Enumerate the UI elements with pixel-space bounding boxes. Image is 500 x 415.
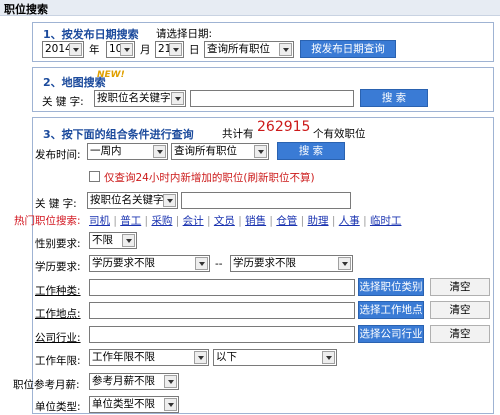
work-years-label: 工作年限: xyxy=(35,355,81,367)
chevron-down-icon xyxy=(164,398,177,411)
education-to-select[interactable]: 学历要求不限 xyxy=(230,255,353,272)
day-unit: 日 xyxy=(189,44,200,56)
publish-time-select[interactable]: 一周内 xyxy=(87,143,168,160)
gender-select[interactable]: 不限 xyxy=(89,232,137,249)
select-industry-button[interactable]: 选择公司行业 xyxy=(358,325,424,343)
page-title: 职位搜索 xyxy=(4,3,48,16)
count-prefix: 共计有 xyxy=(222,128,254,140)
work-years-select[interactable]: 工作年限不限 xyxy=(89,349,209,366)
date-search-button[interactable]: 按发布日期查询 xyxy=(300,40,396,58)
education-from-select[interactable]: 学历要求不限 xyxy=(89,255,210,272)
select-location-button[interactable]: 选择工作地点 xyxy=(358,301,424,319)
year-select[interactable]: 2014 xyxy=(42,41,84,58)
hot-jobs-list: 司机 | 普工 | 采购 | 会计 | 文员 | 销售 | 仓管 | 助理 | … xyxy=(89,215,402,227)
combined-search-button[interactable]: 搜 索 xyxy=(277,142,345,160)
month-select[interactable]: 10 xyxy=(106,41,135,58)
hot-job-link[interactable]: 普工 xyxy=(120,215,141,227)
count-suffix: 个有效职位 xyxy=(313,128,366,140)
industry-input[interactable] xyxy=(89,326,355,343)
education-separator: -- xyxy=(215,258,223,270)
education-label: 学历要求: xyxy=(35,261,81,273)
chevron-down-icon xyxy=(279,43,292,56)
job-scope-select[interactable]: 查询所有职位 xyxy=(171,143,269,160)
map-keyword-label: 关 键 字: xyxy=(42,96,84,108)
keyword-input[interactable] xyxy=(181,192,351,209)
keyword-label: 关 键 字: xyxy=(35,198,77,210)
chevron-down-icon xyxy=(254,145,267,158)
job-type-input[interactable] xyxy=(89,279,355,296)
clear-industry-button[interactable]: 清空 xyxy=(430,325,490,343)
day-select[interactable]: 21 xyxy=(155,41,184,58)
only-24h-checkbox[interactable] xyxy=(89,171,100,182)
job-type-label: 工作种类: xyxy=(35,285,81,297)
chevron-down-icon xyxy=(163,194,176,207)
keyword-mode-select[interactable]: 按职位名关键字 xyxy=(87,192,178,209)
chevron-down-icon xyxy=(169,43,182,56)
month-unit: 月 xyxy=(140,44,151,56)
map-keyword-mode-select[interactable]: 按职位名关键字 xyxy=(94,90,186,107)
gender-label: 性别要求: xyxy=(35,238,81,250)
map-search-button[interactable]: 搜 索 xyxy=(360,89,428,107)
chevron-down-icon xyxy=(338,257,351,270)
hot-job-link[interactable]: 仓管 xyxy=(276,215,297,227)
date-scope-select[interactable]: 查询所有职位 xyxy=(204,41,294,58)
chevron-down-icon xyxy=(322,351,335,364)
hot-jobs-label: 热门职位搜索: xyxy=(14,215,81,227)
chevron-down-icon xyxy=(171,92,184,105)
year-unit: 年 xyxy=(89,44,100,56)
chevron-down-icon xyxy=(164,375,177,388)
hot-job-link[interactable]: 临时工 xyxy=(370,215,402,227)
hot-job-link[interactable]: 文员 xyxy=(214,215,235,227)
only-24h-label: 仅查询24小时内新增加的职位(刷新职位不算) xyxy=(104,172,315,184)
chevron-down-icon xyxy=(69,43,82,56)
page-header: 职位搜索 xyxy=(0,0,500,16)
salary-select[interactable]: 参考月薪不限 xyxy=(89,373,179,390)
map-keyword-input[interactable] xyxy=(190,90,354,107)
chevron-down-icon xyxy=(120,43,133,56)
publish-time-label: 发布时间: xyxy=(35,149,81,161)
chevron-down-icon xyxy=(194,351,207,364)
chevron-down-icon xyxy=(153,145,166,158)
hot-job-link[interactable]: 司机 xyxy=(89,215,110,227)
clear-job-type-button[interactable]: 清空 xyxy=(430,278,490,296)
salary-label: 职位参考月薪: xyxy=(13,379,80,391)
clear-location-button[interactable]: 清空 xyxy=(430,301,490,319)
company-type-label: 单位类型: xyxy=(35,401,81,413)
hot-job-link[interactable]: 会计 xyxy=(183,215,204,227)
hot-job-link[interactable]: 采购 xyxy=(151,215,172,227)
hot-job-link[interactable]: 助理 xyxy=(308,215,329,227)
job-count: 262915 xyxy=(257,119,311,135)
location-input[interactable] xyxy=(89,302,355,319)
industry-label: 公司行业: xyxy=(35,332,81,344)
select-job-type-button[interactable]: 选择职位类别 xyxy=(358,278,424,296)
hot-job-link[interactable]: 销售 xyxy=(245,215,266,227)
chevron-down-icon xyxy=(195,257,208,270)
section3-title: 3、按下面的组合条件进行查询 xyxy=(43,128,194,141)
location-label: 工作地点: xyxy=(35,308,81,320)
chevron-down-icon xyxy=(122,234,135,247)
section1-hint: 请选择日期: xyxy=(156,28,213,40)
section1-title: 1、按发布日期搜索 xyxy=(43,28,139,41)
new-badge: NEW! xyxy=(97,70,125,80)
company-type-select[interactable]: 单位类型不限 xyxy=(89,396,179,413)
work-years-range-select[interactable]: 以下 xyxy=(213,349,337,366)
hot-job-link[interactable]: 人事 xyxy=(339,215,360,227)
